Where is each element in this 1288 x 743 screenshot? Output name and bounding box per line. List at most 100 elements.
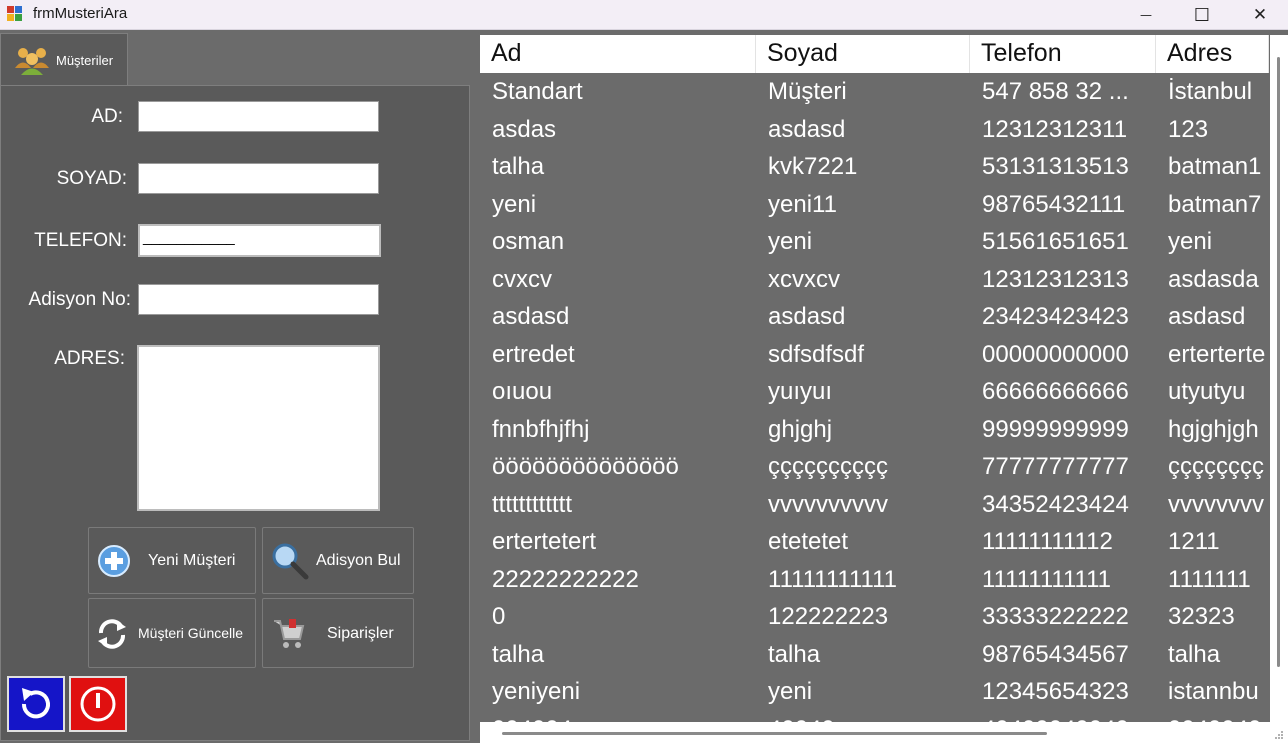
table-row[interactable]: ertertetert etetetet 11111111112 1211 (480, 523, 1269, 561)
table-cell-ad[interactable]: 004004 (480, 711, 756, 723)
vertical-scrollbar[interactable] (1270, 35, 1288, 722)
table-row[interactable]: oıuou yuıyuı 66666666666 utyutyu (480, 373, 1269, 411)
table-cell-soyad[interactable]: talha (756, 636, 970, 673)
resize-grip-icon[interactable] (1274, 730, 1284, 740)
table-row[interactable]: tttttttttttt vvvvvvvvvv 34352423424 vvvvvvv… (480, 486, 1269, 524)
table-cell-telefon[interactable]: 12345654323 (970, 673, 1156, 710)
siparisler-button[interactable]: Siparişler (262, 598, 414, 668)
table-cell-telefon[interactable]: 11111111111 (970, 561, 1156, 598)
table-cell-telefon[interactable]: 51561651651 (970, 223, 1156, 260)
column-header-soyad[interactable]: Soyad (756, 35, 970, 73)
close-button[interactable]: ✕ (1232, 0, 1288, 30)
table-row[interactable]: talha kvk7221 53131313513 batman1 (480, 148, 1269, 186)
table-cell-telefon[interactable]: 53131313513 (970, 148, 1156, 185)
table-cell-soyad[interactable]: yuıyuı (756, 373, 970, 410)
table-cell-ad[interactable]: osman (480, 223, 756, 260)
table-cell-adres[interactable]: 0040040 (1156, 711, 1269, 723)
table-row[interactable]: osman yeni 51561651651 yeni (480, 223, 1269, 261)
table-cell-soyad[interactable]: vvvvvvvvvv (756, 486, 970, 523)
table-row[interactable]: yeniyeni yeni 12345654323 istannbu (480, 673, 1269, 711)
table-cell-soyad[interactable]: çççççççççç (756, 448, 970, 485)
table-cell-soyad[interactable]: ghjghj (756, 411, 970, 448)
table-cell-ad[interactable]: talha (480, 148, 756, 185)
table-cell-adres[interactable]: 123 (1156, 111, 1269, 148)
yeni-musteri-button[interactable]: Yeni Müşteri (88, 527, 256, 594)
table-cell-telefon[interactable]: 40400040040 (970, 711, 1156, 723)
table-cell-soyad[interactable]: asdasd (756, 111, 970, 148)
table-cell-soyad[interactable]: asdasd (756, 298, 970, 335)
table-cell-ad[interactable]: Standart (480, 73, 756, 110)
table-cell-ad[interactable]: tttttttttttt (480, 486, 756, 523)
table-cell-telefon[interactable]: 33333222222 (970, 598, 1156, 635)
table-row[interactable]: öööööööööööööö çççççççççç 77777777777 ççççç… (480, 448, 1269, 486)
table-cell-adres[interactable]: 32323 (1156, 598, 1269, 635)
minimize-button[interactable]: — (1118, 0, 1174, 30)
table-cell-adres[interactable]: İstanbul (1156, 73, 1269, 110)
table-row[interactable]: talha talha 98765434567 talha (480, 636, 1269, 674)
musteri-guncelle-button[interactable]: Müşteri Güncelle (88, 598, 256, 668)
table-cell-adres[interactable]: yeni (1156, 223, 1269, 260)
table-row[interactable]: asdas asdasd 12312312311 123 (480, 111, 1269, 149)
table-cell-soyad[interactable]: 40040 (756, 711, 970, 723)
table-cell-adres[interactable]: hgjghjgh (1156, 411, 1269, 448)
table-cell-adres[interactable]: talha (1156, 636, 1269, 673)
table-cell-ad[interactable]: fnnbfhjfhj (480, 411, 756, 448)
power-button[interactable] (69, 676, 127, 732)
table-cell-soyad[interactable]: yeni11 (756, 186, 970, 223)
column-header-telefon[interactable]: Telefon (970, 35, 1156, 73)
table-cell-adres[interactable]: batman1 (1156, 148, 1269, 185)
table-cell-adres[interactable]: 1211 (1156, 523, 1269, 560)
table-cell-telefon[interactable]: 11111111112 (970, 523, 1156, 560)
table-cell-adres[interactable]: vvvvvvvv (1156, 486, 1269, 523)
table-cell-adres[interactable]: batman7 (1156, 186, 1269, 223)
adres-textarea[interactable] (137, 345, 380, 511)
table-cell-ad[interactable]: ertredet (480, 336, 756, 373)
table-cell-ad[interactable]: yeni (480, 186, 756, 223)
table-cell-adres[interactable]: erterterte (1156, 336, 1269, 373)
table-cell-telefon[interactable]: 66666666666 (970, 373, 1156, 410)
table-cell-soyad[interactable]: 122222223 (756, 598, 970, 635)
table-cell-ad[interactable]: cvxcv (480, 261, 756, 298)
table-cell-adres[interactable]: utyutyu (1156, 373, 1269, 410)
adisyon-bul-button[interactable]: Adisyon Bul (262, 527, 414, 594)
table-row[interactable]: fnnbfhjfhj ghjghj 99999999999 hgjghjgh (480, 411, 1269, 449)
table-row[interactable]: 00400440040404000400400040040 (480, 711, 1269, 723)
table-cell-telefon[interactable]: 12312312313 (970, 261, 1156, 298)
table-cell-telefon[interactable]: 98765432111 (970, 186, 1156, 223)
table-cell-soyad[interactable]: sdfsdfsdf (756, 336, 970, 373)
table-cell-telefon[interactable]: 23423423423 (970, 298, 1156, 335)
table-cell-soyad[interactable]: etetetet (756, 523, 970, 560)
telefon-input[interactable]: ___________ (138, 224, 381, 257)
horizontal-scrollbar[interactable] (480, 722, 1288, 743)
adisyon-input[interactable] (138, 284, 379, 315)
table-cell-adres[interactable]: 1111111 (1156, 561, 1269, 598)
table-cell-ad[interactable]: 0 (480, 598, 756, 635)
soyad-input[interactable] (138, 163, 379, 194)
customer-grid[interactable]: Ad Soyad Telefon Adres Standart Müşteri 547 8… (480, 35, 1269, 722)
table-cell-ad[interactable]: oıuou (480, 373, 756, 410)
table-cell-ad[interactable]: yeniyeni (480, 673, 756, 710)
table-cell-soyad[interactable]: Müşteri (756, 73, 970, 110)
table-cell-ad[interactable]: talha (480, 636, 756, 673)
table-row[interactable]: cvxcv xcvxcv 12312312313 asdasda (480, 261, 1269, 299)
tab-musteriler[interactable]: Müşteriler (0, 33, 128, 85)
table-cell-telefon[interactable]: 77777777777 (970, 448, 1156, 485)
column-header-ad[interactable]: Ad (480, 35, 756, 73)
table-cell-ad[interactable]: asdasd (480, 298, 756, 335)
table-cell-telefon[interactable]: 98765434567 (970, 636, 1156, 673)
table-cell-adres[interactable]: asdasda (1156, 261, 1269, 298)
vertical-scroll-thumb[interactable] (1277, 57, 1280, 667)
column-header-adres[interactable]: Adres (1156, 35, 1269, 73)
table-cell-soyad[interactable]: 11111111111 (756, 561, 970, 598)
table-cell-soyad[interactable]: xcvxcv (756, 261, 970, 298)
table-row[interactable]: Standart Müşteri 547 858 32 ... İstanbul (480, 73, 1269, 111)
table-cell-adres[interactable]: çççççççç (1156, 448, 1269, 485)
table-row[interactable]: yeni yeni11 98765432111 batman7 (480, 186, 1269, 224)
table-cell-telefon[interactable]: 99999999999 (970, 411, 1156, 448)
table-cell-soyad[interactable]: yeni (756, 223, 970, 260)
table-cell-ad[interactable]: asdas (480, 111, 756, 148)
ad-input[interactable] (138, 101, 379, 132)
maximize-button[interactable]: ☐ (1174, 0, 1230, 30)
table-cell-telefon[interactable]: 547 858 32 ... (970, 73, 1156, 110)
table-cell-soyad[interactable]: yeni (756, 673, 970, 710)
